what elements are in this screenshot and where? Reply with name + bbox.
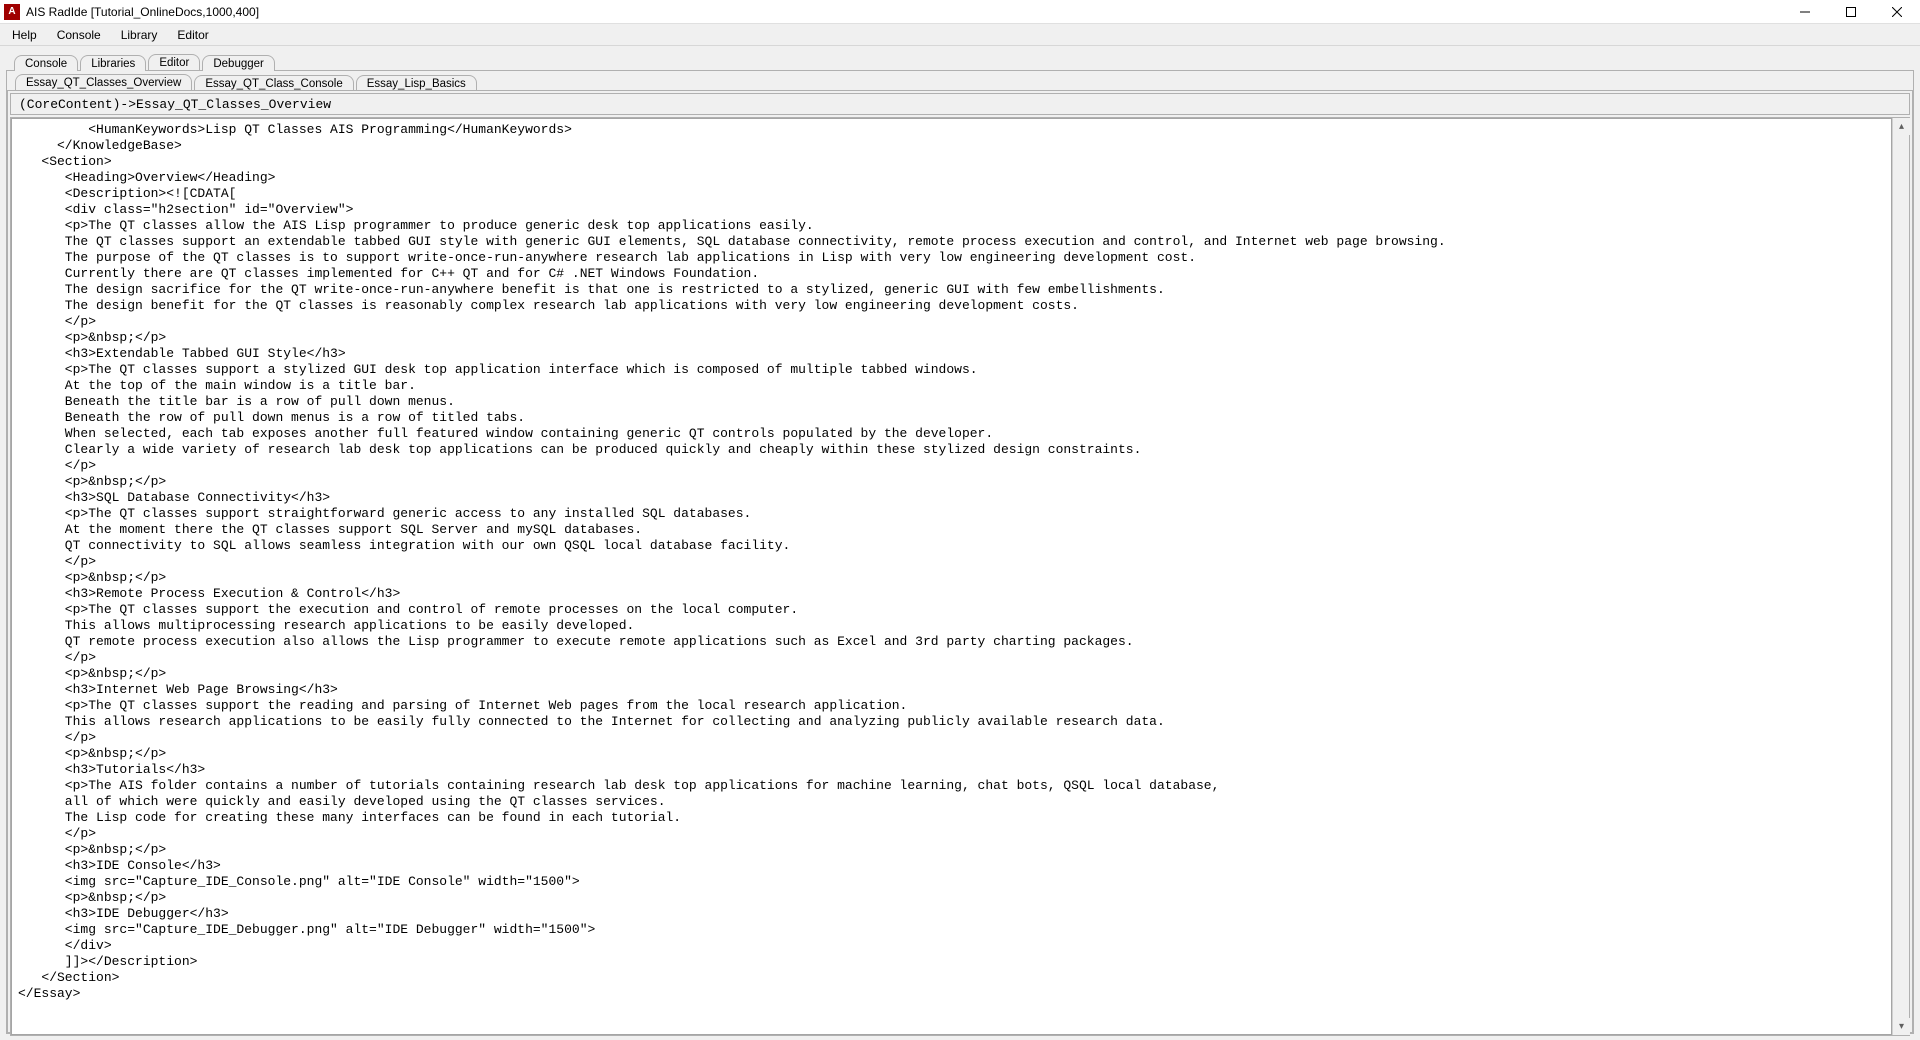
tab-console[interactable]: Console	[14, 55, 78, 71]
editor-wrap: <HumanKeywords>Lisp QT Classes AIS Progr…	[10, 117, 1910, 1036]
minimize-icon	[1800, 7, 1810, 17]
subtab-essay-qt-classes-overview[interactable]: Essay_QT_Classes_Overview	[15, 74, 192, 90]
close-button[interactable]	[1874, 0, 1920, 24]
code-editor[interactable]: <HumanKeywords>Lisp QT Classes AIS Progr…	[11, 118, 1892, 1035]
chevron-up-icon: ▴	[1899, 121, 1904, 132]
main-tab-row: Console Libraries Editor Debugger	[6, 50, 1914, 70]
menu-console[interactable]: Console	[49, 26, 109, 44]
main-tab-panel: Essay_QT_Classes_Overview Essay_QT_Class…	[6, 70, 1914, 1034]
minimize-button[interactable]	[1782, 0, 1828, 24]
content-area: Console Libraries Editor Debugger Essay_…	[0, 46, 1920, 1040]
scroll-down-button[interactable]: ▾	[1893, 1018, 1910, 1035]
scroll-up-button[interactable]: ▴	[1893, 118, 1910, 135]
subtab-essay-qt-class-console[interactable]: Essay_QT_Class_Console	[194, 75, 353, 91]
tab-debugger[interactable]: Debugger	[202, 55, 275, 71]
subtab-essay-lisp-basics[interactable]: Essay_Lisp_Basics	[356, 75, 477, 91]
maximize-button[interactable]	[1828, 0, 1874, 24]
title-bar-left: A AIS RadIde [Tutorial_OnlineDocs,1000,4…	[4, 4, 259, 20]
app-icon: A	[4, 4, 20, 20]
menu-bar: Help Console Library Editor	[0, 24, 1920, 46]
breadcrumb-bar: (CoreContent)->Essay_QT_Classes_Overview	[10, 93, 1910, 115]
chevron-down-icon: ▾	[1899, 1021, 1904, 1032]
sub-tab-row: Essay_QT_Classes_Overview Essay_QT_Class…	[7, 71, 1913, 90]
maximize-icon	[1846, 7, 1856, 17]
menu-library[interactable]: Library	[113, 26, 166, 44]
editor-tab-panel: (CoreContent)->Essay_QT_Classes_Overview…	[7, 90, 1913, 1033]
breadcrumb-text: (CoreContent)->Essay_QT_Classes_Overview	[19, 97, 331, 112]
tab-editor[interactable]: Editor	[148, 54, 200, 70]
vertical-scrollbar[interactable]: ▴ ▾	[1892, 118, 1909, 1035]
tab-libraries[interactable]: Libraries	[80, 55, 146, 71]
window-controls	[1782, 0, 1920, 24]
menu-editor[interactable]: Editor	[169, 26, 216, 44]
menu-help[interactable]: Help	[4, 26, 45, 44]
window-title: AIS RadIde [Tutorial_OnlineDocs,1000,400…	[26, 5, 259, 19]
close-icon	[1892, 7, 1902, 17]
title-bar: A AIS RadIde [Tutorial_OnlineDocs,1000,4…	[0, 0, 1920, 24]
